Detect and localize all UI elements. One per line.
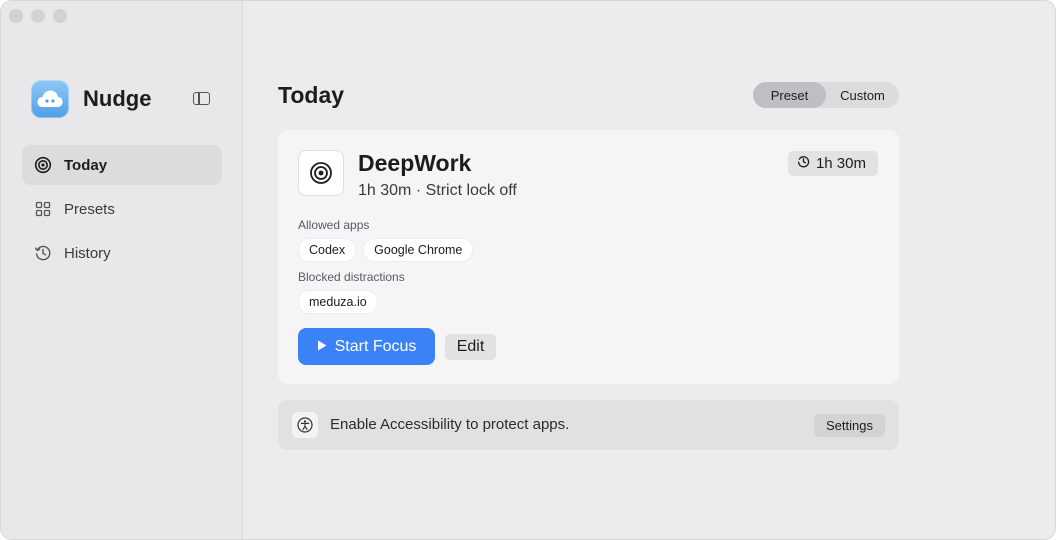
duration-badge: 1h 30m (787, 151, 878, 176)
grid-icon (34, 200, 52, 218)
settings-button[interactable]: Settings (814, 414, 885, 437)
preset-card: DeepWork 1h 30m · Strict lock off 1h 30m… (278, 130, 899, 384)
close-window-button[interactable] (9, 9, 23, 23)
sidebar-item-label: Presets (64, 200, 115, 218)
target-icon (298, 150, 344, 196)
duration-text: 1h 30m (815, 155, 866, 172)
allowed-app-chip: Google Chrome (363, 238, 474, 262)
accessibility-banner: Enable Accessibility to protect apps. Se… (278, 400, 899, 450)
segment-custom[interactable]: Custom (826, 82, 899, 108)
segment-preset[interactable]: Preset (753, 82, 826, 108)
app-name: Nudge (83, 86, 152, 111)
mode-segmented-control: Preset Custom (753, 82, 899, 108)
sidebar-toggle-icon[interactable] (193, 92, 210, 105)
sidebar-item-presets[interactable]: Presets (22, 189, 222, 229)
sidebar-item-history[interactable]: History (22, 233, 222, 273)
nudge-app-icon (31, 80, 69, 118)
sidebar: Nudge Today Presets History (1, 1, 243, 539)
start-focus-button[interactable]: Start Focus (298, 328, 435, 365)
blocked-sites-list: meduza.io (298, 290, 378, 314)
preset-name: DeepWork (358, 150, 472, 176)
app-window: Nudge Today Presets History Today Preset… (0, 0, 1056, 540)
sidebar-item-today[interactable]: Today (22, 145, 222, 185)
timer-icon (797, 155, 810, 172)
blocked-distractions-label: Blocked distractions (298, 270, 405, 284)
allowed-apps-list: Codex Google Chrome (298, 238, 474, 262)
sidebar-item-label: Today (64, 156, 108, 174)
allowed-app-chip: Codex (298, 238, 357, 262)
window-controls (9, 9, 67, 23)
app-brand: Nudge (31, 80, 151, 118)
edit-button[interactable]: Edit (445, 334, 496, 360)
sidebar-item-label: History (64, 244, 111, 262)
banner-message: Enable Accessibility to protect apps. (330, 416, 570, 433)
history-clock-icon (34, 244, 52, 262)
accessibility-icon (292, 412, 318, 438)
start-focus-label: Start Focus (334, 337, 417, 355)
preset-subtitle: 1h 30m · Strict lock off (358, 182, 517, 199)
blocked-site-chip: meduza.io (298, 290, 378, 314)
target-icon (34, 156, 52, 174)
sidebar-nav: Today Presets History (22, 145, 222, 277)
zoom-window-button[interactable] (53, 9, 67, 23)
minimize-window-button[interactable] (31, 9, 45, 23)
play-icon (317, 338, 327, 356)
main-content: Today Preset Custom DeepWork 1h 30m · St… (243, 1, 1055, 539)
allowed-apps-label: Allowed apps (298, 218, 370, 232)
page-title: Today (278, 82, 345, 108)
